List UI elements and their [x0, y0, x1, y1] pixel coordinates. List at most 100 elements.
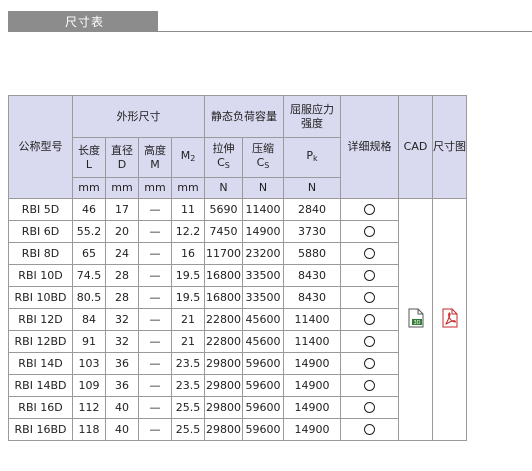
cell-details	[340, 330, 399, 353]
header-length: 长度 L	[72, 137, 106, 178]
pdf-file-icon[interactable]	[441, 308, 459, 332]
cell-tension: 7450	[204, 220, 243, 243]
cell-dimension-drawing	[432, 198, 467, 441]
cell-model: RBI 14BD	[8, 374, 73, 397]
header-pk: Pk	[283, 137, 341, 178]
unit-m2: mm	[171, 177, 205, 199]
cell-compression: 59600	[242, 352, 284, 375]
circle-icon	[364, 314, 375, 325]
cell-compression: 23200	[242, 242, 284, 265]
cell-m2: 23.5	[171, 352, 205, 375]
cell-length: 65	[72, 242, 106, 265]
cell-pk: 14900	[283, 374, 341, 397]
unit-diameter: mm	[105, 177, 139, 199]
circle-icon	[364, 358, 375, 369]
cell-length: 103	[72, 352, 106, 375]
cell-tension: 29800	[204, 418, 243, 441]
cell-details	[340, 396, 399, 419]
cell-compression: 45600	[242, 308, 284, 331]
cell-details	[340, 220, 399, 243]
cell-tension: 11700	[204, 242, 243, 265]
cell-pk: 14900	[283, 352, 341, 375]
unit-compression: N	[242, 177, 284, 199]
cell-compression: 14900	[242, 220, 284, 243]
cell-model: RBI 8D	[8, 242, 73, 265]
header-tension: 拉伸 CS	[204, 137, 243, 178]
table-row: RBI 14D 103 36—23.5 29800 59600 14900	[8, 352, 467, 375]
svg-text:3D: 3D	[413, 320, 420, 326]
circle-icon	[364, 270, 375, 281]
cell-length: 91	[72, 330, 106, 353]
header-m2: M2	[171, 137, 205, 178]
cad-3d-file-icon[interactable]: 3D	[407, 308, 425, 332]
table-row: RBI 16BD 118 40—25.5 29800 59600 14900	[8, 418, 467, 441]
header-cad: CAD	[398, 95, 433, 199]
table-row: RBI 16D 112 40—25.5 29800 59600 14900	[8, 396, 467, 419]
cell-diameter: 36	[105, 374, 139, 397]
header-dimension-drawing: 尺寸图	[432, 95, 467, 199]
table-row: RBI 12D 84 32—21 22800 45600 11400	[8, 308, 467, 331]
table-row: RBI 10BD 80.5 28—19.5 16800 33500 8430	[8, 286, 467, 309]
header-m2-symbol: M	[180, 149, 191, 162]
cell-pk: 11400	[283, 330, 341, 353]
tab-dimension-table[interactable]: 尺寸表	[8, 11, 158, 32]
cell-height: —	[138, 308, 172, 331]
cell-tension: 29800	[204, 352, 243, 375]
table-row: RBI 5D 46 17—11 5690 11400 2840 3D	[8, 198, 467, 441]
cell-m2: 12.2	[171, 220, 205, 243]
cell-details	[340, 352, 399, 375]
header-yield-strength: 屈服应力强度	[283, 95, 341, 138]
cell-diameter: 28	[105, 286, 139, 309]
cell-diameter: 40	[105, 396, 139, 419]
cell-length: 118	[72, 418, 106, 441]
cell-model: RBI 10BD	[8, 286, 73, 309]
cell-details	[340, 418, 399, 441]
table-row: RBI 14BD 109 36—23.5 29800 59600 14900	[8, 374, 467, 397]
cell-height: —	[138, 264, 172, 287]
cell-height: —	[138, 418, 172, 441]
circle-icon	[364, 424, 375, 435]
cell-compression: 59600	[242, 396, 284, 419]
header-tension-subscript: S	[224, 161, 230, 170]
cell-diameter: 40	[105, 418, 139, 441]
cell-m2: 11	[171, 198, 205, 221]
cell-compression: 45600	[242, 330, 284, 353]
cell-tension: 29800	[204, 396, 243, 419]
cell-pk: 8430	[283, 264, 341, 287]
cell-m2: 16	[171, 242, 205, 265]
cell-details	[340, 198, 399, 221]
header-pk-subscript: k	[313, 154, 318, 163]
header-pk-symbol: P	[306, 149, 313, 162]
cell-compression: 59600	[242, 374, 284, 397]
cell-details	[340, 286, 399, 309]
cell-model: RBI 12D	[8, 308, 73, 331]
cell-height: —	[138, 242, 172, 265]
cell-pk: 5880	[283, 242, 341, 265]
table-body: RBI 5D 46 17—11 5690 11400 2840 3D RBI 6D 55.2 20…	[8, 198, 467, 441]
cell-diameter: 36	[105, 352, 139, 375]
cell-model: RBI 16BD	[8, 418, 73, 441]
unit-height: mm	[138, 177, 172, 199]
header-height-label: 高度	[144, 143, 166, 157]
header-yield-strength-text: 屈服应力强度	[290, 102, 334, 130]
cell-m2: 21	[171, 330, 205, 353]
cell-m2: 25.5	[171, 396, 205, 419]
cell-compression: 33500	[242, 286, 284, 309]
cell-tension: 5690	[204, 198, 243, 221]
header-static-load: 静态负荷容量	[204, 95, 284, 138]
cell-details	[340, 264, 399, 287]
header-tension-label: 拉伸	[212, 142, 235, 155]
cell-diameter: 20	[105, 220, 139, 243]
unit-tension: N	[204, 177, 243, 199]
tab-bar: 尺寸表	[8, 11, 532, 32]
cell-diameter: 24	[105, 242, 139, 265]
header-diameter: 直径 D	[105, 137, 139, 178]
table-row: RBI 8D 65 24—16 11700 23200 5880	[8, 242, 467, 265]
table-row: RBI 6D 55.2 20—12.2 7450 14900 3730	[8, 220, 467, 243]
cell-compression: 33500	[242, 264, 284, 287]
cell-tension: 22800	[204, 330, 243, 353]
header-m2-subscript: 2	[190, 154, 196, 163]
table-row: RBI 12BD 91 32—21 22800 45600 11400	[8, 330, 467, 353]
cell-pk: 14900	[283, 396, 341, 419]
cell-model: RBI 12BD	[8, 330, 73, 353]
